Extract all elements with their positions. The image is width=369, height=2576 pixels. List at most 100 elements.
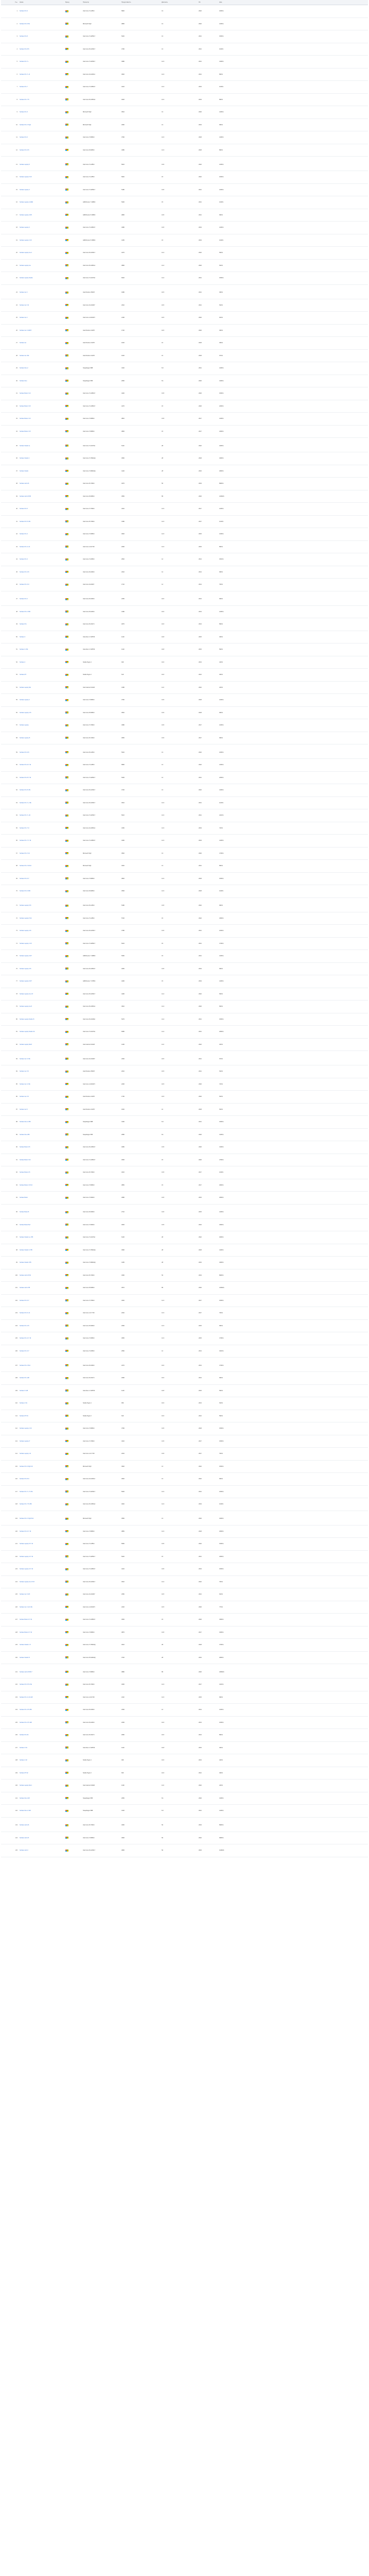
product-link[interactable]: Surface 2 64 (20, 1402, 27, 1404)
table-row[interactable]: 137 Surface 3 64 Intel Atom x7-Z8700 1100 10… (1, 1742, 368, 1754)
product-link[interactable]: Surface Go 3 8 (20, 1071, 28, 1072)
table-row[interactable]: 37 Surface Studio Intel Core i7-6820HQ 4120… (1, 465, 368, 478)
table-row[interactable]: 127 Surface Book 3 i7 32 Intel Core i7-106… (1, 1614, 368, 1626)
table-row[interactable]: 112 Surface Laptop 2 16 Intel Core i7-8650… (1, 1422, 368, 1435)
table-row[interactable]: 49 Surface Pro Intel Core i5-3317U 1870 10.6… (1, 618, 368, 631)
table-row[interactable]: 144 Surface Hub 2X Intel Core i7-8650U 3900… (1, 1832, 368, 1844)
product-link[interactable]: Surface Laptop 4 (20, 189, 30, 191)
table-row[interactable]: 29 Surface Duo 2 Snapdragon 888 3140 8.3 2021… (1, 362, 368, 375)
table-row[interactable]: 74 Surface Laptop 4 15 Intel Core i7-1185G… (1, 938, 368, 950)
product-link[interactable]: Surface Book 3 32 (20, 1159, 30, 1161)
product-link[interactable]: Surface Go LTE (20, 355, 29, 357)
table-row[interactable]: 86 Surface Go 2 8 Intel Pentium 4425Y 1760 1… (1, 1091, 368, 1104)
column-header-id[interactable]: # ▲ (1, 2, 19, 3)
table-row[interactable]: 116 Surface Pro 8 i3 Intel Core i3-1115G4 3… (1, 1473, 368, 1486)
table-row[interactable]: 81 Surface Laptop Studio 32 Intel Core i7-… (1, 1026, 368, 1039)
column-header-name[interactable]: Назва (19, 2, 64, 3)
table-row[interactable]: 125 Surface Go 3 i3 8 Intel Core i3-10100Y… (1, 1588, 368, 1601)
table-row[interactable]: 50 Surface 3 Intel Atom x7-Z8700 1120 10.8 20… (1, 631, 368, 643)
table-row[interactable]: 111 Surface RT 64 Nvidia Tegra 3 620 10.6 201… (1, 1410, 368, 1422)
table-row[interactable]: 100 Surface Hub 2S 50 Intel Core i5-7300U 3… (1, 1269, 368, 1282)
product-link[interactable]: Surface Pro 5 i7 (20, 1300, 29, 1301)
product-link[interactable]: Surface Pro 8 LTE (20, 789, 30, 791)
table-row[interactable]: 88 Surface Duo 2 256 Snapdragon 888 3160 8.3… (1, 1116, 368, 1129)
table-row[interactable]: 115 Surface Pro 9 SQ3 16 Microsoft SQ3 3920… (1, 1461, 368, 1473)
table-row[interactable]: 20 Surface Laptop Go 2 Intel Core i5-1135G… (1, 247, 368, 260)
table-row[interactable]: 106 Surface Pro 3 i7 Intel Core i7-4650U 25… (1, 1345, 368, 1358)
product-link[interactable]: Surface Laptop 4 i7 32 (20, 1556, 33, 1557)
table-row[interactable]: 121 Surface Laptop 5 i7 16 Intel Core i7-1… (1, 1538, 368, 1551)
product-link[interactable]: Surface Book 3 i5 (20, 1146, 30, 1148)
product-link[interactable]: Surface Pro 4 i5 (20, 1325, 29, 1327)
product-link[interactable]: Surface Pro 4 m3 128 (20, 1697, 32, 1698)
product-link[interactable]: Surface Pro 5 i5 LTE (20, 1684, 32, 1685)
product-link[interactable]: Surface Book i5 (20, 1211, 29, 1213)
product-link[interactable]: Surface Pro 7 i5 (20, 99, 29, 100)
product-link[interactable]: Surface Studio 2+ 2TB (20, 1236, 33, 1238)
product-link[interactable]: Surface Pro 2 i5 128 (20, 1722, 32, 1723)
product-link[interactable]: Surface Laptop 3 (20, 227, 30, 228)
product-link[interactable]: Surface Laptop SE (20, 687, 31, 688)
table-row[interactable]: 85 Surface Go 2 LTE Intel Core m3-8100Y 220… (1, 1078, 368, 1091)
product-link[interactable]: Surface 3 LTE (20, 649, 28, 650)
table-row[interactable]: 8 Surface Pro 7 i5 Intel Core i5-1035G4 402… (1, 94, 368, 106)
product-link[interactable]: Surface Laptop Go (20, 265, 31, 266)
table-row[interactable]: 36 Surface Studio 2 Intel Core i7-7820HQ 45… (1, 452, 368, 465)
table-row[interactable]: 77 Surface Laptop 3 R7 AMD Ryzen 7 3780U 42… (1, 975, 368, 988)
table-row[interactable]: 130 Surface Studio i5 Intel Core i5-6440HQ… (1, 1652, 368, 1664)
product-link[interactable]: Surface Laptop 4 R5 (20, 214, 32, 216)
product-link[interactable]: Surface RT 64 (20, 1415, 28, 1417)
table-row[interactable]: 53 Surface RT Nvidia Tegra 3 610 10.6 2012 499… (1, 669, 368, 682)
table-row[interactable]: 79 Surface Laptop Go 8 Intel Core i5-1035G… (1, 1001, 368, 1013)
product-link[interactable]: Surface Pro 7+ 32 (20, 815, 30, 816)
table-row[interactable]: 68 Surface Pro X Wi-Fi Microsoft SQ1 3240 13… (1, 860, 368, 873)
table-row[interactable]: 47 Surface Pro 2 Intel Core i5-4300U 2250 10… (1, 593, 368, 606)
table-row[interactable]: 107 Surface Pro 2 512 Intel Core i5-4300U 2… (1, 1360, 368, 1372)
product-link[interactable]: Surface Laptop Studio (20, 277, 33, 279)
product-link[interactable]: Surface Laptop 3 R7 (20, 980, 32, 982)
table-row[interactable]: 48 Surface Pro 2 256 Intel Core i5-4200U 21… (1, 606, 368, 618)
product-link[interactable]: Surface Go 2 8 (20, 1096, 28, 1097)
table-row[interactable]: 97 Surface Studio 2+ 2TB Intel Core i7-113… (1, 1231, 368, 1244)
table-row[interactable]: 103 Surface Pro 5 m3 Intel Core m3-7Y30 224… (1, 1307, 368, 1320)
table-row[interactable]: 17 Surface Laptop 4 R5 AMD Ryzen 5 4680U 48… (1, 209, 368, 222)
table-row[interactable]: 63 Surface Pro 7+ LTE Intel Core i5-1135G7… (1, 797, 368, 809)
product-link[interactable]: Surface Hub 2S 85 (20, 496, 31, 497)
table-row[interactable]: 89 Surface Duo 256 Snapdragon 855 2680 8.1 20… (1, 1129, 368, 1141)
table-row[interactable]: 131 Surface Hub 2S 85 i7 Intel Core i7-865… (1, 1666, 368, 1679)
table-row[interactable]: 129 Surface Studio 2 i7 Intel Core i7-7820… (1, 1639, 368, 1652)
table-row[interactable]: 94 Surface Book Intel Core i7-6600U 2980 13.… (1, 1192, 368, 1205)
product-link[interactable]: Surface Duo (20, 380, 27, 382)
product-link[interactable]: Surface Pro 7 (20, 86, 28, 88)
table-row[interactable]: 13 Surface Laptop 5 Intel Core i7-1255U 561… (1, 159, 368, 171)
table-row[interactable]: 19 Surface Laptop 3 15 AMD Ryzen 5 3580U 41… (1, 234, 368, 247)
product-link[interactable]: Surface Go 2 LTE (20, 1083, 30, 1085)
table-row[interactable]: 66 Surface Pro 7 i7 16 Intel Core i7-1065G… (1, 835, 368, 848)
table-row[interactable]: 84 Surface Go 3 8 Intel Pentium 6500Y 2010 1… (1, 1065, 368, 1078)
table-row[interactable]: 57 Surface Laptop Intel Core i7-7660U 3380 1… (1, 719, 368, 732)
table-row[interactable]: 119 Surface Pro X SQ2 512 Microsoft SQ2 356… (1, 1513, 368, 1526)
product-link[interactable]: Surface Hub 2S (20, 483, 29, 484)
table-row[interactable]: 54 Surface Laptop SE Intel Celeron N4120 13… (1, 682, 368, 694)
product-link[interactable]: Surface Go (20, 342, 26, 344)
product-link[interactable]: Surface Pro 2 512 (20, 1365, 30, 1366)
table-row[interactable]: 138 Surface 2 32 Nvidia Tegra 4 930 10.6 2013… (1, 1754, 368, 1767)
table-row[interactable]: 25 Surface Go 2 Intel Core m3-8100Y 2190 10.… (1, 312, 368, 325)
table-row[interactable]: 60 Surface Pro 9 i7 32 Intel Core i7-1265U… (1, 759, 368, 772)
product-link[interactable]: Surface Go 2 m3 LTE (20, 1606, 32, 1608)
table-row[interactable]: 5 Surface Pro 7+ Intel Core i7-1165G7 4980 1… (1, 56, 368, 69)
table-row[interactable]: 132 Surface Pro 5 i5 LTE Intel Core i5-730… (1, 1679, 368, 1691)
product-link[interactable]: Surface Pro 8 (20, 36, 28, 37)
table-row[interactable]: 82 Surface Laptop SE 8 Intel Celeron N4120… (1, 1039, 368, 1051)
table-row[interactable]: 141 Surface Duo 128 Snapdragon 855 2650 8.1 2… (1, 1792, 368, 1805)
product-link[interactable]: Surface Pro 5 LTE (20, 521, 30, 522)
column-header-price[interactable]: Ціна (218, 2, 243, 3)
product-link[interactable]: Surface Pro 6 256 (20, 890, 30, 892)
product-link[interactable]: Surface Laptop 2 i5 (20, 712, 31, 714)
product-link[interactable]: Surface Pro 4 m3 (20, 546, 30, 548)
product-link[interactable]: Surface Go 2 (20, 317, 27, 318)
product-link[interactable]: Surface Pro 6 i7 16 (20, 1531, 31, 1532)
column-header-brand[interactable]: Бренд (64, 2, 82, 3)
product-link[interactable]: Surface Go 3 i3 (20, 304, 29, 306)
table-row[interactable]: 32 Surface Book 3 15 Intel Core i7-1065G7 4… (1, 400, 368, 413)
